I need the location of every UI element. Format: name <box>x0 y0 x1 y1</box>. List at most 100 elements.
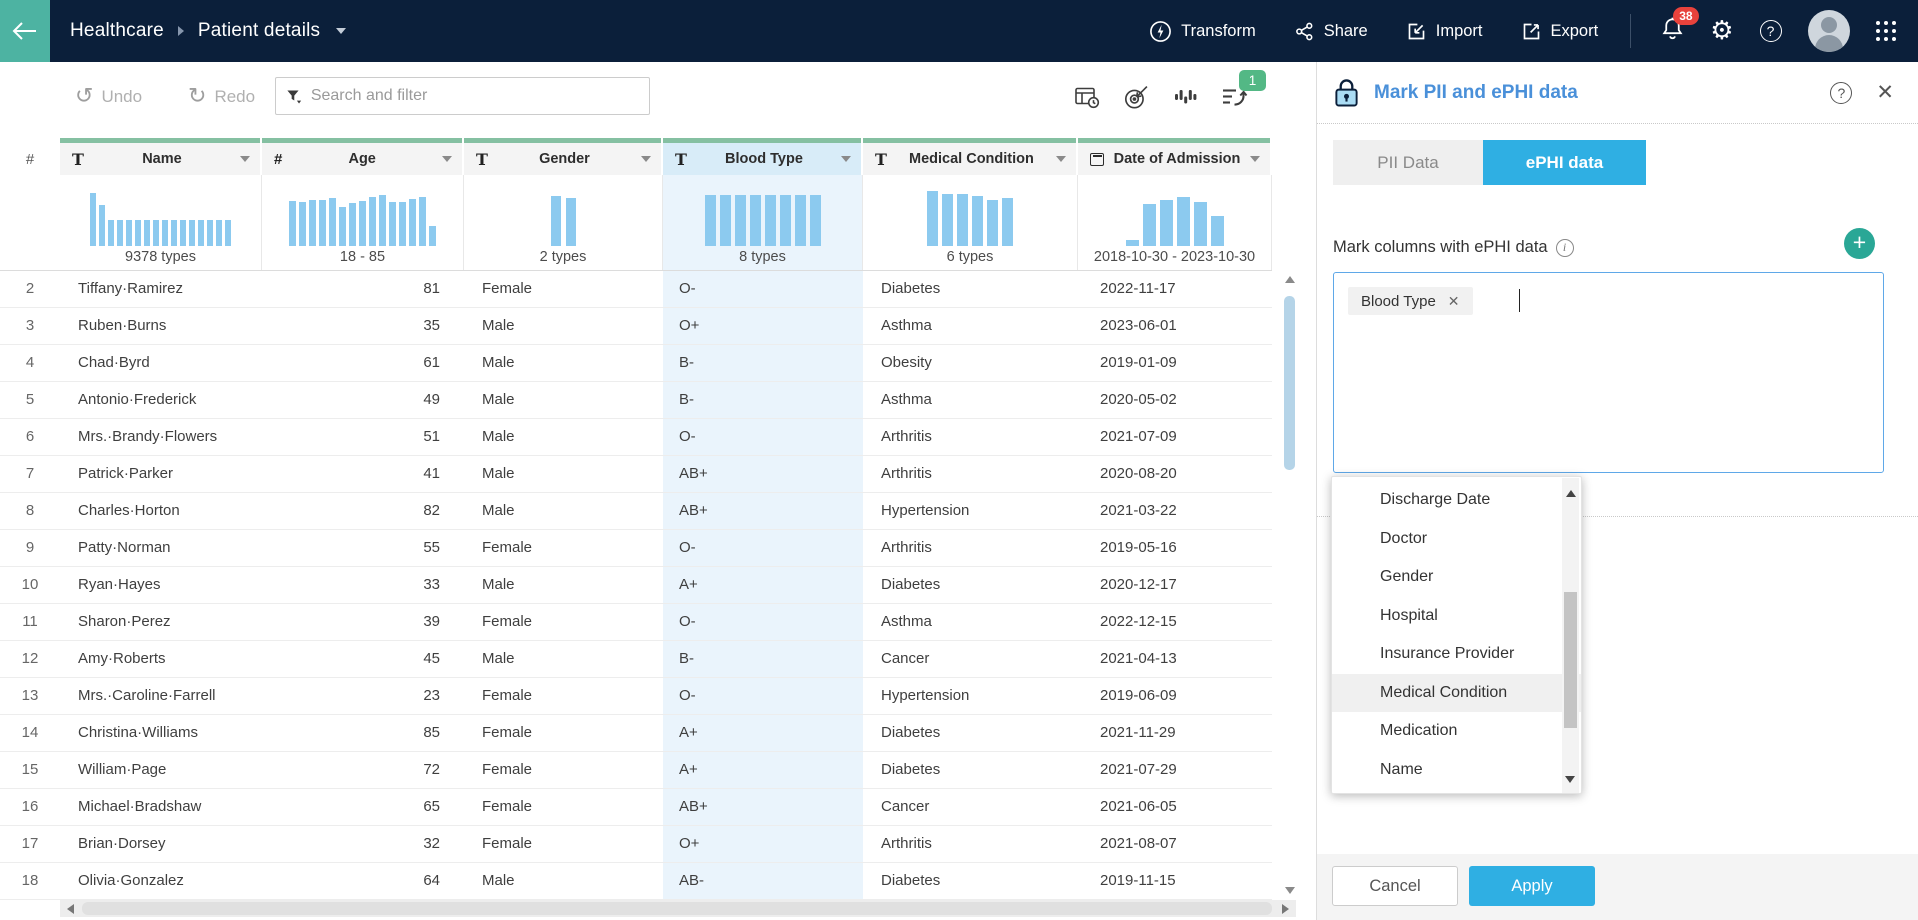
table-row[interactable]: 15William·Page72FemaleA+Diabetes2021-07-… <box>0 752 1272 789</box>
redo-button[interactable]: ↻ Redo <box>188 86 255 108</box>
table-row[interactable]: 3Ruben·Burns35MaleO+Asthma2023-06-01 <box>0 308 1272 345</box>
transform-button[interactable]: Transform <box>1149 20 1256 43</box>
table-row[interactable]: 12Amy·Roberts45MaleB-Cancer2021-04-13 <box>0 641 1272 678</box>
export-button[interactable]: Export <box>1521 21 1599 42</box>
cancel-button[interactable]: Cancel <box>1332 866 1458 906</box>
column-header-age[interactable]: #Age <box>262 138 464 175</box>
table-row[interactable]: 10Ryan·Hayes33MaleA+Diabetes2020-12-17 <box>0 567 1272 604</box>
settings-gear-icon[interactable]: ⚙ <box>1710 18 1733 44</box>
cell-medical-condition: Asthma <box>863 382 1078 418</box>
ephi-columns-input[interactable]: Blood Type✕ <box>1333 272 1884 473</box>
dropdown-item-discharge-date[interactable]: Discharge Date <box>1332 481 1581 520</box>
table-row[interactable]: 6Mrs.·Brandy·Flowers51MaleO-Arthritis202… <box>0 419 1272 456</box>
dropdown-item-insurance-provider[interactable]: Insurance Provider <box>1332 635 1581 674</box>
share-button[interactable]: Share <box>1294 21 1368 42</box>
breadcrumb-project[interactable]: Healthcare <box>70 20 164 42</box>
column-menu-caret[interactable] <box>1250 156 1260 162</box>
dropdown-scroll-down-arrow[interactable] <box>1565 776 1575 783</box>
histogram-blood-type[interactable]: 8 types <box>663 175 863 270</box>
chip-remove-icon[interactable]: ✕ <box>1448 293 1460 310</box>
column-header-blood-type[interactable]: TBlood Type <box>663 138 863 175</box>
horizontal-scroll-thumb[interactable] <box>82 902 1272 915</box>
panel-help-icon[interactable]: ? <box>1830 82 1852 104</box>
dropdown-item-medical-condition[interactable]: Medical Condition <box>1332 674 1581 713</box>
import-button[interactable]: Import <box>1406 21 1483 42</box>
column-menu-caret[interactable] <box>641 156 651 162</box>
dropdown-item-medication[interactable]: Medication <box>1332 712 1581 751</box>
grid-vertical-scrollbar[interactable] <box>1283 272 1296 900</box>
tab-pii-data[interactable]: PII Data <box>1333 140 1483 185</box>
column-header-gender[interactable]: TGender <box>464 138 663 175</box>
dropdown-scroll-up-arrow[interactable] <box>1566 490 1576 497</box>
info-icon[interactable]: i <box>1556 239 1574 257</box>
user-avatar[interactable] <box>1808 10 1850 52</box>
scroll-up-arrow[interactable] <box>1285 276 1295 283</box>
column-menu-caret[interactable] <box>442 156 452 162</box>
column-menu-caret[interactable] <box>1056 156 1066 162</box>
scroll-left-arrow[interactable] <box>67 904 74 914</box>
table-row[interactable]: 4Chad·Byrd61MaleB-Obesity2019-01-09 <box>0 345 1272 382</box>
cell-medical-condition: Hypertension <box>863 493 1078 529</box>
scroll-down-arrow[interactable] <box>1285 887 1295 894</box>
scroll-right-arrow[interactable] <box>1282 904 1289 914</box>
mark-pii-ephi-panel: Mark PII and ePHI data ? ✕ PII Data ePHI… <box>1316 62 1918 920</box>
dropdown-scroll-thumb[interactable] <box>1564 592 1577 728</box>
explore-data-icon[interactable] <box>1073 84 1101 110</box>
dropdown-item-doctor[interactable]: Doctor <box>1332 520 1581 559</box>
row-number-header: # <box>0 138 60 175</box>
table-row[interactable]: 7Patrick·Parker41MaleAB+Arthritis2020-08… <box>0 456 1272 493</box>
dropdown-item-hospital[interactable]: Hospital <box>1332 597 1581 636</box>
column-header-name[interactable]: TName <box>60 138 262 175</box>
column-header-date-of-admission[interactable]: Date of Admission <box>1078 138 1272 175</box>
cell-gender: Male <box>464 456 663 492</box>
histogram-age[interactable]: 18 - 85 <box>262 175 464 270</box>
table-row[interactable]: 8Charles·Horton82MaleAB+Hypertension2021… <box>0 493 1272 530</box>
dataset-menu-caret-icon[interactable] <box>336 28 346 34</box>
tab-ephi-data[interactable]: ePHI data <box>1483 140 1646 185</box>
cell-gender: Male <box>464 493 663 529</box>
redo-icon: ↻ <box>188 86 206 108</box>
table-row[interactable]: 18Olivia·Gonzalez64MaleAB-Diabetes2019-1… <box>0 863 1272 900</box>
dropdown-item-gender[interactable]: Gender <box>1332 558 1581 597</box>
cell-age: 45 <box>262 641 464 677</box>
breadcrumb-dataset[interactable]: Patient details <box>198 20 320 42</box>
dropdown-item-name[interactable]: Name <box>1332 751 1581 790</box>
table-row[interactable]: 11Sharon·Perez39FemaleO-Asthma2022-12-15 <box>0 604 1272 641</box>
column-menu-caret[interactable] <box>240 156 250 162</box>
help-icon[interactable]: ? <box>1760 20 1782 42</box>
column-stats-icon[interactable] <box>1171 84 1199 110</box>
cell-medical-condition: Diabetes <box>863 715 1078 751</box>
notifications-button[interactable]: 38 <box>1661 16 1684 46</box>
histogram-medical-condition[interactable]: 6 types <box>863 175 1078 270</box>
apps-grid-icon[interactable] <box>1876 21 1897 42</box>
dropdown-scrollbar[interactable] <box>1562 478 1579 793</box>
cell-blood-type: A+ <box>663 752 863 788</box>
row-number: 13 <box>0 678 60 714</box>
table-row[interactable]: 9Patty·Norman55FemaleO-Arthritis2019-05-… <box>0 530 1272 567</box>
panel-close-icon[interactable]: ✕ <box>1876 82 1894 103</box>
undo-button[interactable]: ↺ Undo <box>75 86 142 108</box>
grid-horizontal-scrollbar[interactable] <box>60 900 1296 917</box>
column-type-icon: # <box>274 151 282 168</box>
table-row[interactable]: 16Michael·Bradshaw65FemaleAB+Cancer2021-… <box>0 789 1272 826</box>
table-row[interactable]: 14Christina·Williams85FemaleA+Diabetes20… <box>0 715 1272 752</box>
table-row[interactable]: 5Antonio·Frederick49MaleB-Asthma2020-05-… <box>0 382 1272 419</box>
histogram-gender[interactable]: 2 types <box>464 175 663 270</box>
histogram-row-spacer <box>0 175 60 270</box>
histogram-date-of-admission[interactable]: 2018-10-30 - 2023-10-30 <box>1078 175 1272 270</box>
add-columns-button[interactable]: + <box>1844 228 1875 259</box>
histogram-name[interactable]: 9378 types <box>60 175 262 270</box>
applied-steps-icon[interactable]: 1 <box>1220 84 1248 110</box>
apply-button[interactable]: Apply <box>1469 866 1595 906</box>
column-menu-caret[interactable] <box>841 156 851 162</box>
data-quality-target-icon[interactable] <box>1122 84 1150 110</box>
vertical-scroll-thumb[interactable] <box>1284 296 1295 470</box>
table-row[interactable]: 17Brian·Dorsey32FemaleO+Arthritis2021-08… <box>0 826 1272 863</box>
table-row[interactable]: 13Mrs.·Caroline·Farrell23FemaleO-Hyperte… <box>0 678 1272 715</box>
column-header-medical-condition[interactable]: TMedical Condition <box>863 138 1078 175</box>
search-and-filter-box[interactable] <box>275 77 650 115</box>
table-row[interactable]: 2Tiffany·Ramirez81FemaleO-Diabetes2022-1… <box>0 271 1272 308</box>
cell-age: 35 <box>262 308 464 344</box>
search-input[interactable] <box>311 87 639 105</box>
back-button[interactable] <box>0 0 50 62</box>
